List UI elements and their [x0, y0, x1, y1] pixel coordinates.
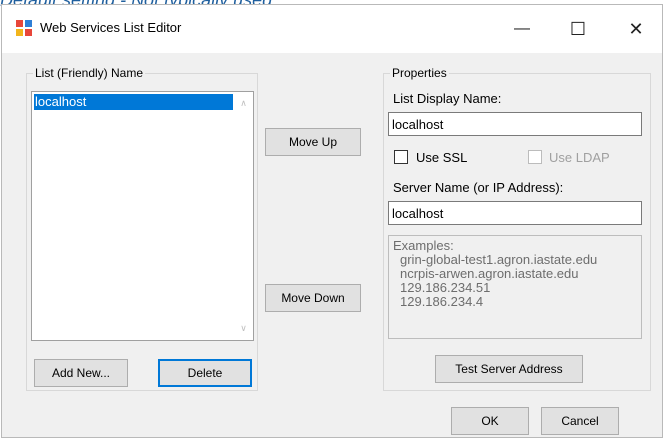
minimize-button[interactable]: —: [499, 5, 545, 53]
window-title: Web Services List Editor: [40, 20, 182, 35]
app-window-icon: [16, 20, 32, 36]
chevron-up-icon: ∧: [240, 98, 247, 108]
example-line: grin-global-test1.agron.iastate.edu: [400, 252, 598, 267]
examples-panel: Examples: grin-global-test1.agron.iastat…: [388, 235, 642, 339]
use-ldap-label: Use LDAP: [549, 150, 610, 165]
display-name-label: List Display Name:: [393, 91, 502, 106]
scroll-down-button[interactable]: ∨: [235, 320, 252, 337]
scroll-up-button[interactable]: ∧: [235, 95, 252, 112]
use-ssl-checkbox[interactable]: [394, 150, 408, 164]
example-line: 129.186.234.51: [400, 280, 491, 295]
display-name-input[interactable]: [388, 112, 642, 136]
test-server-address-button[interactable]: Test Server Address: [435, 355, 583, 383]
minimize-icon: —: [514, 20, 530, 37]
ok-button[interactable]: OK: [451, 407, 529, 435]
example-line: ncrpis-arwen.agron.iastate.edu: [400, 266, 579, 281]
maximize-icon: ☐: [569, 18, 587, 39]
examples-header: Examples:: [393, 238, 454, 253]
use-ssl-label[interactable]: Use SSL: [416, 150, 467, 165]
cancel-button[interactable]: Cancel: [541, 407, 619, 435]
move-up-button[interactable]: Move Up: [265, 128, 361, 156]
example-line: 129.186.234.4: [400, 294, 484, 309]
list-item[interactable]: localhost: [34, 94, 233, 110]
server-name-label: Server Name (or IP Address):: [393, 180, 564, 195]
friendly-name-listbox[interactable]: localhost ∧ ∨: [31, 91, 254, 341]
delete-button[interactable]: Delete: [158, 359, 252, 387]
server-name-input[interactable]: [388, 201, 642, 225]
add-new-button[interactable]: Add New...: [34, 359, 128, 387]
title-bar[interactable]: Web Services List Editor — ☐ ✕: [2, 5, 662, 53]
chevron-down-icon: ∨: [240, 323, 247, 333]
use-ldap-checkbox[interactable]: [528, 150, 542, 164]
move-down-button[interactable]: Move Down: [265, 284, 361, 312]
close-button[interactable]: ✕: [613, 5, 659, 53]
close-icon: ✕: [628, 18, 644, 39]
maximize-button[interactable]: ☐: [555, 5, 601, 53]
properties-group-label: Properties: [390, 66, 449, 80]
listbox-scrollbar[interactable]: ∧ ∨: [235, 93, 252, 339]
list-group-label: List (Friendly) Name: [33, 66, 146, 80]
dialog-window: Web Services List Editor — ☐ ✕ List (Fri…: [1, 4, 663, 438]
